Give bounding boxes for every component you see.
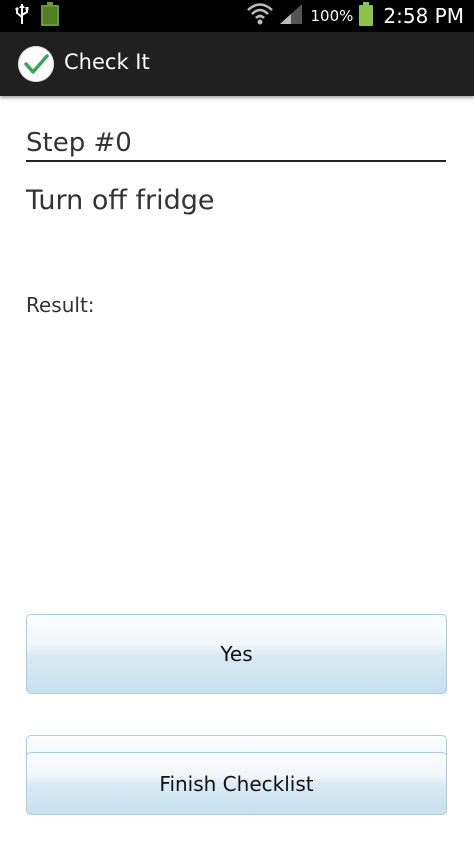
checkmark-icon[interactable]	[18, 46, 54, 82]
usb-icon	[14, 3, 30, 29]
status-right-icons: 100% 2:58 PM	[246, 0, 464, 32]
finish-checklist-button[interactable]: Finish Checklist	[26, 752, 447, 815]
battery-percent: 100%	[310, 7, 354, 25]
step-heading: Step #0	[26, 128, 446, 162]
step-description: Turn off fridge	[26, 185, 215, 216]
action-bar: Check It	[0, 32, 474, 96]
battery-full-icon	[40, 2, 60, 30]
clock: 2:58 PM	[383, 4, 464, 28]
app-title: Check It	[64, 50, 150, 74]
status-bar: 100% 2:58 PM	[0, 0, 474, 32]
result-label: Result:	[26, 293, 95, 317]
status-left-icons	[14, 2, 60, 30]
wifi-icon	[246, 2, 273, 30]
battery-icon	[359, 2, 374, 30]
signal-icon	[279, 3, 303, 29]
yes-button[interactable]: Yes	[26, 614, 447, 694]
